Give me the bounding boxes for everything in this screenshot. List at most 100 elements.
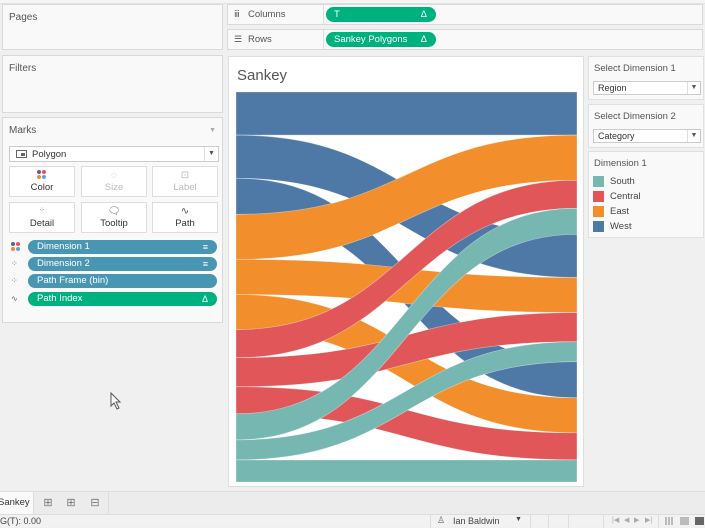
grid-view-icon[interactable]	[665, 517, 674, 525]
sankey-band-south-category-3[interactable]	[236, 459, 577, 482]
label-button-label: Label	[173, 182, 197, 193]
marks-card-menu-icon[interactable]: ▼	[209, 127, 216, 134]
calculation-icon: Δ	[420, 9, 427, 20]
label-icon: ⊡	[180, 170, 190, 181]
pill-label: Path Frame (bin)	[37, 275, 109, 286]
legend-swatch	[593, 206, 604, 217]
select-dimension-1-parameter: Select Dimension 1 Region ▼	[588, 56, 704, 100]
user-icon: ♙	[437, 515, 446, 525]
status-divider	[530, 515, 531, 528]
new-dashboard-icon: ⊞	[66, 497, 76, 509]
path-button[interactable]: ∿ Path	[152, 202, 218, 233]
label-button[interactable]: ⊡ Label	[152, 166, 218, 197]
color-encoding-icon	[11, 242, 25, 252]
path-frame-pill[interactable]: Path Frame (bin)	[28, 274, 217, 288]
pages-card-title: Pages	[9, 12, 38, 23]
marks-card-title: Marks	[9, 125, 37, 136]
legend-label: South	[610, 176, 635, 187]
viz-title: Sankey	[237, 67, 288, 84]
rows-shelf-label: Rows	[248, 34, 272, 45]
marks-field-path-index[interactable]: ∿ Path Index Δ	[11, 292, 217, 306]
filters-card-title: Filters	[9, 63, 37, 74]
new-story-icon: ⊟	[90, 497, 100, 509]
dimension-2-select[interactable]: Category ▼	[593, 129, 701, 143]
pill-label: Dimension 1	[37, 241, 90, 252]
new-dashboard-button[interactable]: ⊞	[60, 495, 82, 512]
color-button-label: Color	[30, 182, 54, 193]
marks-field-dimension-2[interactable]: ⁘ Dimension 2 ≡	[11, 257, 217, 271]
marks-field-path-frame[interactable]: ⁘ Path Frame (bin)	[11, 274, 217, 288]
chevron-down-icon[interactable]: ▼	[687, 82, 700, 94]
detail-button-label: Detail	[29, 218, 55, 229]
detail-icon: ⁘	[39, 207, 45, 214]
rows-shelf[interactable]: ☰ Rows Sankey Polygons Δ	[227, 29, 703, 50]
size-button[interactable]: ◌ Size	[81, 166, 147, 197]
dimension-1-pill[interactable]: Dimension 1 ≡	[28, 240, 217, 254]
status-divider	[568, 515, 569, 528]
path-encoding-icon: ∿	[11, 294, 18, 303]
mark-type-dropdown[interactable]: Polygon ▼	[9, 146, 219, 162]
last-page-icon[interactable]: ▶|	[645, 516, 652, 524]
path-button-label: Path	[175, 218, 195, 229]
marks-field-dimension-1[interactable]: Dimension 1 ≡	[11, 240, 217, 254]
polygon-mark-icon	[16, 150, 27, 158]
select-value: Category	[598, 131, 635, 141]
new-story-button[interactable]: ⊟	[84, 495, 106, 512]
rows-icon: ☰	[234, 34, 243, 44]
filmstrip-view-icon[interactable]	[680, 517, 689, 525]
tab-view-icon[interactable]	[695, 517, 704, 525]
shelf-divider	[323, 30, 324, 49]
path-icon: ∿	[180, 206, 190, 217]
rows-pill-sankey-polygons[interactable]: Sankey Polygons Δ	[326, 32, 436, 47]
sheet-tab-label: Sankey	[0, 497, 30, 508]
color-button[interactable]: Color	[9, 166, 75, 197]
pill-label: Path Index	[37, 293, 83, 304]
columns-icon: ⅲ	[234, 9, 240, 19]
sheet-tab-sankey[interactable]: Sankey	[0, 492, 33, 515]
detail-button[interactable]: ⁘ Detail	[9, 202, 75, 233]
calculation-icon: Δ	[420, 34, 427, 45]
tooltip-button[interactable]: 🗨 Tooltip	[81, 202, 147, 233]
select-dimension-2-parameter: Select Dimension 2 Category ▼	[588, 104, 704, 148]
first-page-icon[interactable]: |◀	[612, 516, 619, 524]
new-worksheet-button[interactable]: ⊞	[37, 495, 59, 512]
status-divider	[548, 515, 549, 528]
columns-shelf[interactable]: ⅲ Columns T Δ	[227, 4, 703, 25]
legend-swatch	[593, 176, 604, 187]
pill-label: Dimension 2	[37, 258, 90, 269]
legend-label: Central	[610, 191, 641, 202]
legend-label: East	[610, 206, 630, 217]
chevron-down-icon[interactable]: ▼	[687, 130, 700, 142]
status-divider	[603, 515, 604, 528]
sankey-chart[interactable]	[236, 92, 577, 482]
shelf-divider	[323, 5, 324, 24]
tooltip-button-label: Tooltip	[100, 218, 128, 229]
previous-page-icon[interactable]: ◀	[624, 516, 629, 524]
parameter-title: Select Dimension 1	[594, 63, 676, 74]
chevron-down-icon[interactable]: ▼	[515, 516, 522, 523]
tooltip-icon: 🗨	[107, 206, 121, 217]
pill-label: T	[334, 9, 340, 20]
legend-title: Dimension 1	[594, 158, 647, 169]
viz-canvas[interactable]: Sankey	[228, 56, 584, 487]
size-button-label: Size	[104, 182, 124, 193]
tab-divider	[108, 492, 109, 515]
status-divider	[658, 515, 659, 528]
new-worksheet-icon: ⊞	[43, 497, 53, 509]
dimension-1-select[interactable]: Region ▼	[593, 81, 701, 95]
path-index-pill[interactable]: Path Index Δ	[28, 292, 217, 306]
next-page-icon[interactable]: ▶	[634, 516, 639, 524]
status-text: G(T): 0.00	[0, 516, 42, 526]
pill-label: Sankey Polygons	[334, 34, 408, 45]
sankey-band-west-category-1[interactable]	[236, 92, 577, 136]
filters-card[interactable]: Filters	[2, 55, 223, 113]
pages-card[interactable]: Pages	[2, 4, 223, 50]
sort-icon: ≡	[202, 242, 208, 252]
tab-divider	[33, 492, 34, 515]
dimension-2-pill[interactable]: Dimension 2 ≡	[28, 257, 217, 271]
parameter-title: Select Dimension 2	[594, 111, 676, 122]
mark-type-value: Polygon	[32, 149, 67, 160]
columns-pill-t[interactable]: T Δ	[326, 7, 436, 22]
chevron-down-icon[interactable]: ▼	[204, 147, 218, 161]
detail-encoding-icon: ⁘	[11, 259, 18, 268]
